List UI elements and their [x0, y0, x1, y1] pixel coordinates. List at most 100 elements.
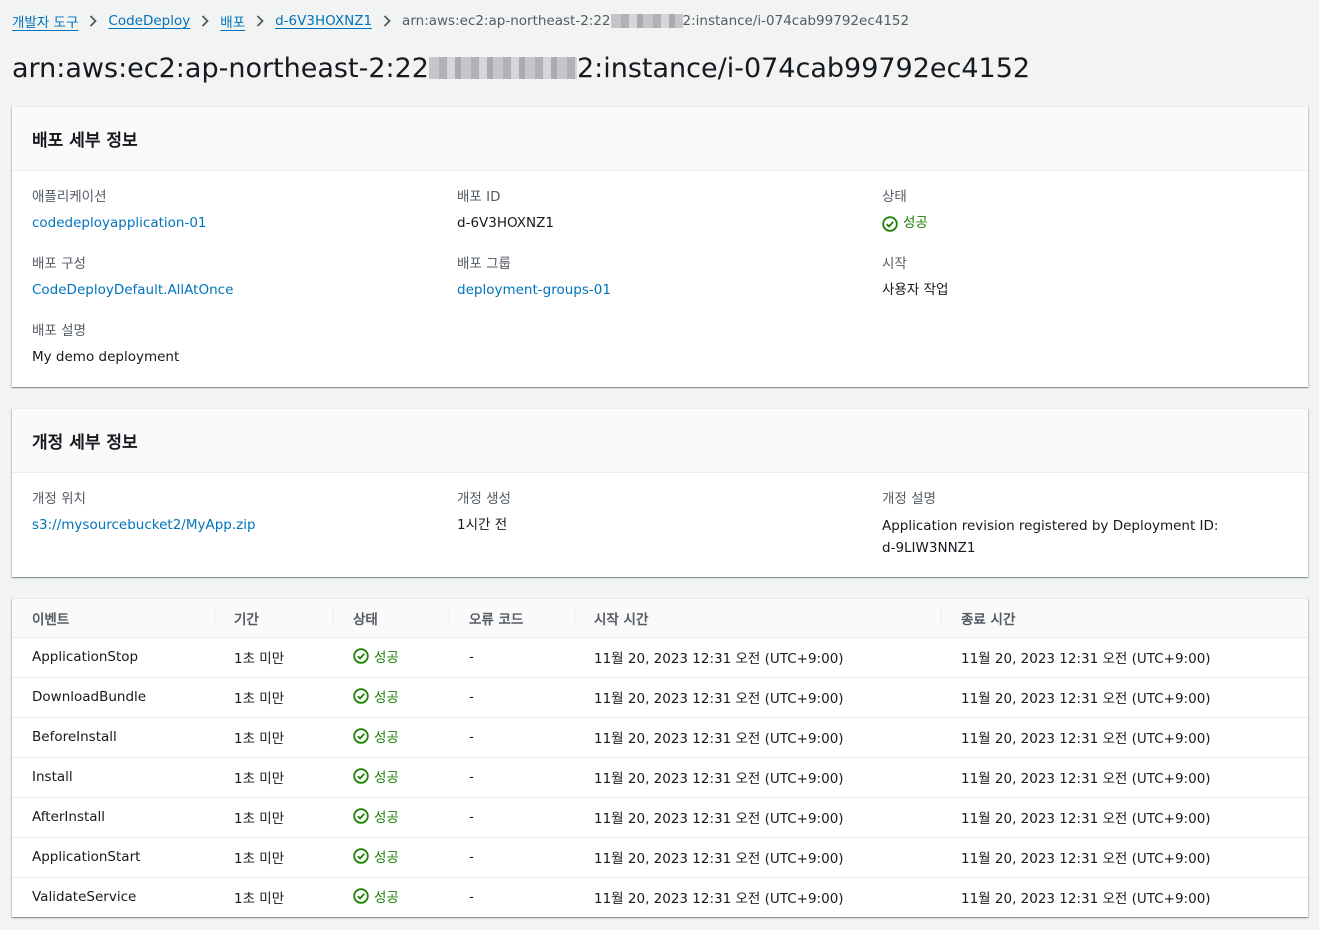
event-duration: 1초 미만	[214, 717, 333, 758]
description-value: My demo deployment	[32, 349, 180, 365]
event-name: DownloadBundle	[12, 677, 214, 718]
page-title: arn:aws:ec2:ap-northeast-2:22 2:instance…	[12, 48, 1030, 88]
revision-details-panel: 개정 세부 정보 개정 위치 s3://mysourcebucket2/MyAp…	[12, 408, 1308, 577]
breadcrumb-codedeploy[interactable]: CodeDeploy	[108, 13, 190, 29]
status-text: 성공	[374, 690, 399, 706]
revision-created-value: 1시간 전	[457, 517, 508, 533]
revision-description-value: Application revision registered by Deplo…	[882, 518, 1219, 556]
table-row: BeforeInstall 1초 미만 성공 - 11월 20, 2023 12…	[12, 717, 1308, 758]
check-circle-icon	[353, 888, 369, 904]
status-text: 성공	[374, 770, 399, 786]
event-duration: 1초 미만	[214, 837, 333, 878]
config-link[interactable]: CodeDeployDefault.AllAtOnce	[32, 280, 412, 301]
event-status: 성공	[333, 877, 449, 917]
event-end-time: 11월 20, 2023 12:31 오전 (UTC+9:00)	[961, 891, 1211, 908]
table-row: ApplicationStop 1초 미만 성공 - 11월 20, 2023 …	[12, 637, 1308, 678]
event-end-time: 11월 20, 2023 12:31 오전 (UTC+9:00)	[941, 677, 1308, 718]
breadcrumb-deployments[interactable]: 배포	[220, 11, 245, 31]
event-end-time: 11월 20, 2023 12:31 오전 (UTC+9:00)	[941, 757, 1308, 798]
application-field: 애플리케이션 codedeployapplication-01	[32, 187, 412, 234]
revision-description-label: 개정 설명	[882, 491, 936, 507]
events-panel: 이벤트 기간 상태 오류 코드 시작 시간 종료 시간 ApplicationS…	[12, 598, 1308, 917]
column-header-event[interactable]: 이벤트	[12, 599, 214, 638]
event-start-time: 11월 20, 2023 12:31 오전 (UTC+9:00)	[574, 797, 941, 838]
status-badge: 성공	[353, 726, 399, 746]
page-title-suffix: 2:instance/i-074cab99792ec4152	[576, 52, 1031, 84]
table-row: ApplicationStart 1초 미만 성공 - 11월 20, 2023…	[12, 837, 1308, 878]
initiated-field: 시작 사용자 작업	[882, 254, 1262, 301]
column-header-end-time[interactable]: 종료 시간	[941, 599, 1308, 638]
check-circle-icon	[353, 688, 369, 704]
status-badge: 성공	[353, 846, 399, 866]
status-text: 성공	[374, 890, 399, 907]
event-error-code: -	[449, 757, 574, 798]
status-badge: 성공	[353, 806, 399, 826]
description-label: 배포 설명	[32, 323, 86, 339]
config-field: 배포 구성 CodeDeployDefault.AllAtOnce	[32, 254, 412, 301]
table-row: DownloadBundle 1초 미만 성공 - 11월 20, 2023 1…	[12, 677, 1308, 718]
page-title-prefix: arn:aws:ec2:ap-northeast-2:22	[12, 52, 429, 84]
event-error-code: -	[449, 637, 574, 678]
status-text: 성공	[374, 810, 399, 826]
events-table: 이벤트 기간 상태 오류 코드 시작 시간 종료 시간 ApplicationS…	[12, 599, 1308, 917]
chevron-right-icon	[89, 15, 98, 27]
column-header-start-time[interactable]: 시작 시간	[574, 599, 941, 638]
chevron-right-icon	[201, 15, 210, 27]
breadcrumb-deployment-id[interactable]: d-6V3HOXNZ1	[275, 13, 372, 29]
revision-description-field: 개정 설명 Application revision registered by…	[882, 489, 1232, 559]
event-end-time: 11월 20, 2023 12:31 오전 (UTC+9:00)	[941, 717, 1308, 758]
events-table-header: 이벤트 기간 상태 오류 코드 시작 시간 종료 시간	[12, 599, 1308, 638]
check-circle-icon	[353, 848, 369, 864]
event-error-code: -	[469, 889, 474, 906]
group-field: 배포 그룹 deployment-groups-01	[457, 254, 837, 301]
event-start-time: 11월 20, 2023 12:31 오전 (UTC+9:00)	[574, 757, 941, 798]
event-start-time: 11월 20, 2023 12:31 오전 (UTC+9:00)	[574, 677, 941, 718]
event-status: 성공	[333, 797, 449, 838]
breadcrumb-developer-tools[interactable]: 개발자 도구	[12, 11, 78, 31]
event-error-code: -	[449, 837, 574, 878]
description-field: 배포 설명 My demo deployment	[32, 321, 412, 368]
config-label: 배포 구성	[32, 256, 86, 272]
event-name: Install	[12, 757, 214, 798]
column-header-duration[interactable]: 기간	[214, 599, 333, 638]
status-text: 성공	[374, 730, 399, 746]
table-row: ValidateService 1초 미만 성공 - 11월 20, 2023 …	[12, 877, 1308, 917]
revision-location-link[interactable]: s3://mysourcebucket2/MyApp.zip	[32, 515, 412, 536]
status-text: 성공	[903, 215, 928, 231]
deployment-id-field: 배포 ID d-6V3HOXNZ1	[457, 187, 837, 234]
check-circle-icon	[353, 768, 369, 784]
table-row: AfterInstall 1초 미만 성공 - 11월 20, 2023 12:…	[12, 797, 1308, 838]
status-text: 성공	[374, 650, 399, 666]
redacted-block	[428, 57, 577, 79]
deployment-details-panel: 배포 세부 정보 애플리케이션 codedeployapplication-01…	[12, 106, 1308, 387]
event-start-time: 11월 20, 2023 12:31 오전 (UTC+9:00)	[574, 717, 941, 758]
table-row: Install 1초 미만 성공 - 11월 20, 2023 12:31 오전…	[12, 757, 1308, 798]
event-start-time: 11월 20, 2023 12:31 오전 (UTC+9:00)	[574, 837, 941, 878]
breadcrumb-current: arn:aws:ec2:ap-northeast-2:22 2:instance…	[402, 13, 909, 29]
breadcrumb-current-prefix: arn:aws:ec2:ap-northeast-2:22	[402, 13, 611, 29]
event-name: ValidateService	[32, 889, 137, 906]
deployment-details-header: 배포 세부 정보	[12, 107, 1308, 171]
check-circle-icon	[882, 215, 898, 232]
event-end-time: 11월 20, 2023 12:31 오전 (UTC+9:00)	[941, 837, 1308, 878]
initiated-value: 사용자 작업	[882, 282, 949, 298]
event-name: AfterInstall	[12, 797, 214, 838]
event-start-time: 11월 20, 2023 12:31 오전 (UTC+9:00)	[574, 637, 941, 678]
group-link[interactable]: deployment-groups-01	[457, 280, 837, 301]
event-end-time: 11월 20, 2023 12:31 오전 (UTC+9:00)	[941, 637, 1308, 678]
revision-location-field: 개정 위치 s3://mysourcebucket2/MyApp.zip	[32, 489, 412, 536]
check-circle-icon	[353, 648, 369, 664]
event-duration: 1초 미만	[214, 797, 333, 838]
event-error-code: -	[449, 797, 574, 838]
breadcrumb-current-suffix: 2:instance/i-074cab99792ec4152	[682, 13, 910, 29]
status-badge: 성공	[882, 213, 928, 234]
chevron-right-icon	[256, 15, 264, 27]
group-label: 배포 그룹	[457, 256, 511, 272]
chevron-right-icon	[383, 15, 391, 27]
column-header-error-code[interactable]: 오류 코드	[449, 599, 574, 638]
redacted-block	[610, 14, 683, 28]
application-link[interactable]: codedeployapplication-01	[32, 213, 412, 234]
status-badge: 성공	[353, 886, 399, 906]
column-header-status[interactable]: 상태	[333, 599, 449, 638]
event-name: BeforeInstall	[12, 717, 214, 758]
